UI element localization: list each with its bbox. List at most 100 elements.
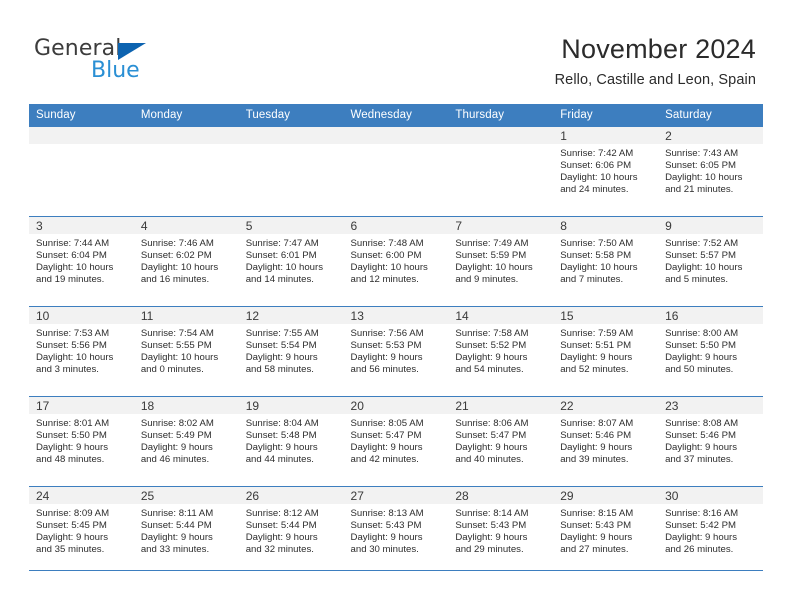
calendar-cell[interactable]: 25 Sunrise: 8:11 AM Sunset: 5:44 PM Dayligh… <box>133 486 239 576</box>
weekday-header-friday: Friday <box>553 104 659 127</box>
sunset-text: Sunset: 6:06 PM <box>560 159 632 171</box>
day-number: 23 <box>658 397 763 414</box>
calendar-cell[interactable]: 9 Sunrise: 7:52 AM Sunset: 5:57 PM Daylight… <box>658 216 763 307</box>
calendar-table: Sunday Monday Tuesday Wednesday Thursday… <box>29 104 763 576</box>
sunrise-text: Sunrise: 8:05 AM <box>350 418 424 429</box>
calendar-cell[interactable]: 14 Sunrise: 7:58 AM Sunset: 5:52 PM Dayligh… <box>448 306 554 397</box>
sunset-text: Sunset: 5:51 PM <box>560 339 632 351</box>
sunset-text: Sunset: 6:00 PM <box>350 249 422 261</box>
brand-logo[interactable]: General Blue <box>34 36 234 86</box>
daylight-text-line1: Daylight: 9 hours <box>560 351 633 363</box>
sunrise-text: Sunrise: 7:48 AM <box>350 238 424 249</box>
calendar-cell[interactable]: 26 Sunrise: 8:12 AM Sunset: 5:44 PM Dayligh… <box>238 486 344 576</box>
calendar-cell[interactable]: 2 Sunrise: 7:43 AM Sunset: 6:05 PM Daylight… <box>658 127 763 217</box>
sunrise-text: Sunrise: 7:46 AM <box>140 238 214 249</box>
calendar-cell[interactable]: 19 Sunrise: 8:04 AM Sunset: 5:48 PM Dayligh… <box>238 396 344 487</box>
sunset-text: Sunset: 5:42 PM <box>665 519 736 531</box>
calendar-cell[interactable]: 28 Sunrise: 8:14 AM Sunset: 5:43 PM Dayligh… <box>448 486 554 576</box>
sunset-text: Sunset: 6:05 PM <box>665 159 736 171</box>
calendar-week-row: 24 Sunrise: 8:09 AM Sunset: 5:45 PM Dayligh… <box>29 486 763 576</box>
sunrise-text: Sunrise: 7:47 AM <box>245 238 319 249</box>
calendar-cell[interactable]: 24 Sunrise: 8:09 AM Sunset: 5:45 PM Dayligh… <box>29 486 134 576</box>
calendar-cell[interactable]: 6 Sunrise: 7:48 AM Sunset: 6:00 PM Daylight… <box>343 216 449 307</box>
calendar-cell[interactable] <box>29 127 134 217</box>
daylight-text-line2: and 26 minutes. <box>665 543 734 555</box>
day-number: 9 <box>658 217 763 234</box>
calendar-cell[interactable]: 30 Sunrise: 8:16 AM Sunset: 5:42 PM Dayligh… <box>658 486 763 576</box>
sunset-text: Sunset: 5:47 PM <box>350 429 422 441</box>
sunrise-text: Sunrise: 7:49 AM <box>455 238 529 249</box>
calendar-cell[interactable]: 5 Sunrise: 7:47 AM Sunset: 6:01 PM Daylight… <box>238 216 344 307</box>
daylight-text-line2: and 3 minutes. <box>36 363 99 375</box>
calendar-cell[interactable]: 21 Sunrise: 8:06 AM Sunset: 5:47 PM Dayligh… <box>448 396 554 487</box>
calendar-cell[interactable]: 20 Sunrise: 8:05 AM Sunset: 5:47 PM Dayligh… <box>343 396 449 487</box>
calendar-cell[interactable]: 22 Sunrise: 8:07 AM Sunset: 5:46 PM Dayligh… <box>553 396 659 487</box>
calendar-page: General Blue November 2024 Rello, Castil… <box>0 0 792 612</box>
calendar-cell[interactable]: 11 Sunrise: 7:54 AM Sunset: 5:55 PM Dayligh… <box>133 306 239 397</box>
daylight-text-line1: Daylight: 9 hours <box>560 441 633 453</box>
day-number: 3 <box>29 217 134 234</box>
calendar-cell[interactable]: 8 Sunrise: 7:50 AM Sunset: 5:58 PM Daylight… <box>553 216 659 307</box>
calendar-cell[interactable]: 1 Sunrise: 7:42 AM Sunset: 6:06 PM Daylight… <box>553 127 659 217</box>
calendar-cell[interactable]: 18 Sunrise: 8:02 AM Sunset: 5:49 PM Dayligh… <box>133 396 239 487</box>
sunset-text: Sunset: 5:59 PM <box>455 249 527 261</box>
calendar-cell[interactable] <box>448 127 554 217</box>
sunrise-text: Sunrise: 8:13 AM <box>350 508 424 519</box>
day-number: 1 <box>553 127 659 144</box>
calendar-cell[interactable]: 13 Sunrise: 7:56 AM Sunset: 5:53 PM Dayligh… <box>343 306 449 397</box>
calendar-body: 1 Sunrise: 7:42 AM Sunset: 6:06 PM Daylight… <box>29 127 763 576</box>
daylight-text-line1: Daylight: 9 hours <box>140 531 213 543</box>
calendar-cell[interactable]: 3 Sunrise: 7:44 AM Sunset: 6:04 PM Daylight… <box>29 216 134 307</box>
day-number: 2 <box>658 127 763 144</box>
sunrise-text: Sunrise: 7:56 AM <box>350 328 424 339</box>
sunset-text: Sunset: 5:45 PM <box>36 519 107 531</box>
calendar-cell[interactable]: 4 Sunrise: 7:46 AM Sunset: 6:02 PM Daylight… <box>133 216 239 307</box>
sunrise-text: Sunrise: 7:42 AM <box>560 148 634 159</box>
sunrise-text: Sunrise: 8:09 AM <box>36 508 110 519</box>
calendar-cell[interactable]: 27 Sunrise: 8:13 AM Sunset: 5:43 PM Dayligh… <box>343 486 449 576</box>
daylight-text-line1: Daylight: 9 hours <box>140 441 213 453</box>
calendar-cell[interactable] <box>133 127 239 217</box>
weekday-header-wednesday: Wednesday <box>343 104 449 127</box>
day-number: 30 <box>658 487 763 504</box>
sunrise-text: Sunrise: 8:00 AM <box>665 328 739 339</box>
daylight-text-line2: and 56 minutes. <box>350 363 419 375</box>
daylight-text-line2: and 58 minutes. <box>245 363 314 375</box>
calendar-cell[interactable]: 29 Sunrise: 8:15 AM Sunset: 5:43 PM Dayligh… <box>553 486 659 576</box>
calendar-week-row: 10 Sunrise: 7:53 AM Sunset: 5:56 PM Dayligh… <box>29 306 763 397</box>
calendar-cell[interactable] <box>238 127 344 217</box>
day-number: 7 <box>448 217 554 234</box>
calendar-cell[interactable]: 7 Sunrise: 7:49 AM Sunset: 5:59 PM Daylight… <box>448 216 554 307</box>
calendar-cell[interactable]: 15 Sunrise: 7:59 AM Sunset: 5:51 PM Dayligh… <box>553 306 659 397</box>
daylight-text-line1: Daylight: 10 hours <box>560 261 638 273</box>
sunrise-text: Sunrise: 8:01 AM <box>36 418 110 429</box>
sunrise-text: Sunrise: 8:07 AM <box>560 418 634 429</box>
daylight-text-line2: and 16 minutes. <box>140 273 210 285</box>
sunrise-text: Sunrise: 7:52 AM <box>665 238 739 249</box>
daylight-text-line1: Daylight: 9 hours <box>36 531 108 543</box>
daylight-text-line1: Daylight: 9 hours <box>36 441 108 453</box>
calendar-cell[interactable]: 23 Sunrise: 8:08 AM Sunset: 5:46 PM Dayligh… <box>658 396 763 487</box>
calendar-cell[interactable] <box>343 127 449 217</box>
day-number: 26 <box>238 487 344 504</box>
day-number: 10 <box>29 307 134 324</box>
calendar-cell[interactable]: 16 Sunrise: 8:00 AM Sunset: 5:50 PM Dayligh… <box>658 306 763 397</box>
calendar-cell[interactable]: 12 Sunrise: 7:55 AM Sunset: 5:54 PM Dayligh… <box>238 306 344 397</box>
sunrise-text: Sunrise: 8:15 AM <box>560 508 634 519</box>
daylight-text-line1: Daylight: 10 hours <box>665 171 743 183</box>
sunset-text: Sunset: 5:58 PM <box>560 249 632 261</box>
calendar-cell[interactable]: 10 Sunrise: 7:53 AM Sunset: 5:56 PM Dayligh… <box>29 306 134 397</box>
daylight-text-line1: Daylight: 10 hours <box>245 261 324 273</box>
sunrise-text: Sunrise: 8:02 AM <box>140 418 214 429</box>
calendar-cell[interactable]: 17 Sunrise: 8:01 AM Sunset: 5:50 PM Dayligh… <box>29 396 134 487</box>
sunrise-text: Sunrise: 8:11 AM <box>140 508 214 519</box>
sunset-text: Sunset: 5:56 PM <box>36 339 107 351</box>
sunset-text: Sunset: 5:44 PM <box>140 519 212 531</box>
daylight-text-line2: and 50 minutes. <box>665 363 734 375</box>
daylight-text-line1: Daylight: 9 hours <box>350 351 423 363</box>
sunset-text: Sunset: 6:04 PM <box>36 249 107 261</box>
daylight-text-line1: Daylight: 9 hours <box>455 351 528 363</box>
daylight-text-line1: Daylight: 9 hours <box>665 351 738 363</box>
day-number: 21 <box>448 397 554 414</box>
day-number: 20 <box>343 397 449 414</box>
